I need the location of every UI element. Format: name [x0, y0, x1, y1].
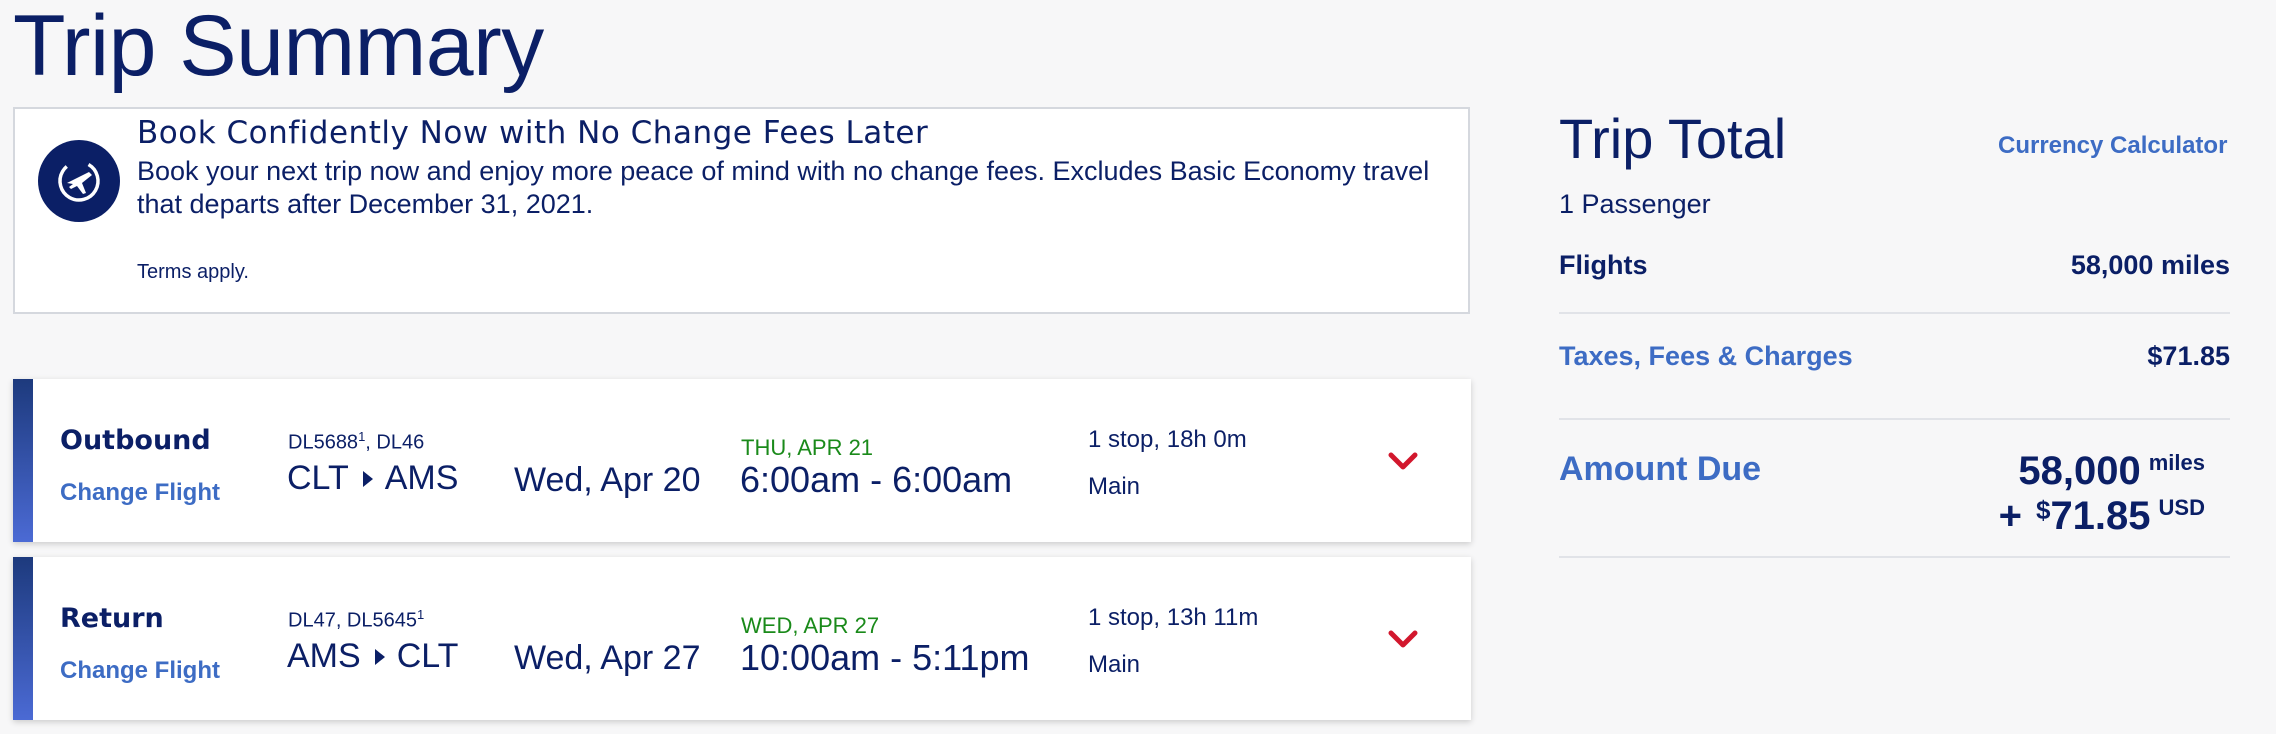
- currency-calculator-link[interactable]: Currency Calculator: [1998, 132, 2227, 160]
- card-accent-bar: [13, 557, 33, 720]
- flight-times: 10:00am - 5:11pm: [740, 637, 1030, 678]
- amount-due-miles: 58,000 miles: [2018, 449, 2205, 494]
- arrow-right-icon: [362, 470, 373, 487]
- flight-card-return: Return Change Flight DL47, DL56451 AMS C…: [13, 557, 1471, 720]
- plane-clock-icon: [38, 140, 120, 222]
- plus-sign: +: [1998, 494, 2022, 538]
- flight-number: DL5688: [288, 431, 359, 454]
- miles-unit: miles: [2148, 450, 2205, 475]
- flight-numbers: DL56881, DL46: [288, 429, 424, 455]
- taxes-fees-link[interactable]: Taxes, Fees & Charges: [1559, 341, 1853, 372]
- departure-date: Wed, Apr 20: [514, 461, 701, 499]
- arrival-date: WED, APR 27: [741, 613, 880, 638]
- amount-due-link[interactable]: Amount Due: [1559, 450, 1761, 489]
- route: AMS CLT: [287, 637, 458, 676]
- stops-duration: 1 stop, 13h 11m: [1088, 604, 1259, 631]
- flight-direction-label: Outbound: [60, 425, 211, 456]
- currency-unit: USD: [2158, 495, 2205, 520]
- passenger-count: 1 Passenger: [1559, 189, 1711, 219]
- departure-date: Wed, Apr 27: [514, 639, 701, 677]
- card-accent-bar: [13, 379, 33, 542]
- flight-direction-label: Return: [60, 603, 164, 634]
- divider: [1559, 556, 2230, 558]
- flights-value: 58,000 miles: [2070, 250, 2230, 280]
- cabin-class: Main: [1088, 473, 1141, 500]
- arrival-date: THU, APR 21: [741, 435, 874, 460]
- flight-number: , DL46: [365, 431, 425, 454]
- chevron-down-icon[interactable]: [1385, 447, 1421, 475]
- flight-number: DL47, DL5645: [288, 609, 417, 632]
- flights-label: Flights: [1559, 250, 1648, 280]
- chevron-down-icon[interactable]: [1385, 625, 1421, 653]
- stops-duration: 1 stop, 18h 0m: [1088, 426, 1247, 453]
- page-title: Trip Summary: [13, 0, 544, 94]
- taxes-value: $71.85: [2147, 341, 2230, 371]
- change-flight-link[interactable]: Change Flight: [60, 657, 220, 685]
- flight-numbers: DL47, DL56451: [288, 607, 424, 633]
- promo-title: Book Confidently Now with No Change Fees…: [137, 115, 929, 151]
- footnote-marker: 1: [416, 607, 425, 622]
- trip-total-title: Trip Total: [1559, 107, 1787, 170]
- change-flight-link[interactable]: Change Flight: [60, 479, 220, 507]
- arrow-right-icon: [374, 648, 385, 665]
- miles-amount: 58,000: [2018, 449, 2141, 493]
- cash-amount: 71.85: [2050, 494, 2151, 538]
- amount-due-cash: + $71.85 USD: [1999, 494, 2205, 539]
- flight-card-outbound: Outbound Change Flight DL56881, DL46 CLT…: [13, 379, 1471, 542]
- promo-body: Book your next trip now and enjoy more p…: [137, 156, 1430, 219]
- dollar-sign: $: [2035, 495, 2051, 525]
- origin-airport: AMS: [287, 637, 361, 675]
- cabin-class: Main: [1088, 651, 1141, 678]
- promo-terms: Terms apply.: [137, 261, 249, 283]
- destination-airport: AMS: [384, 459, 459, 497]
- destination-airport: CLT: [396, 637, 459, 675]
- flight-times: 6:00am - 6:00am: [740, 459, 1013, 500]
- origin-airport: CLT: [287, 459, 349, 497]
- route: CLT AMS: [287, 459, 458, 498]
- no-change-fees-banner: Book Confidently Now with No Change Fees…: [13, 107, 1470, 314]
- divider: [1559, 418, 2230, 420]
- divider: [1559, 312, 2230, 314]
